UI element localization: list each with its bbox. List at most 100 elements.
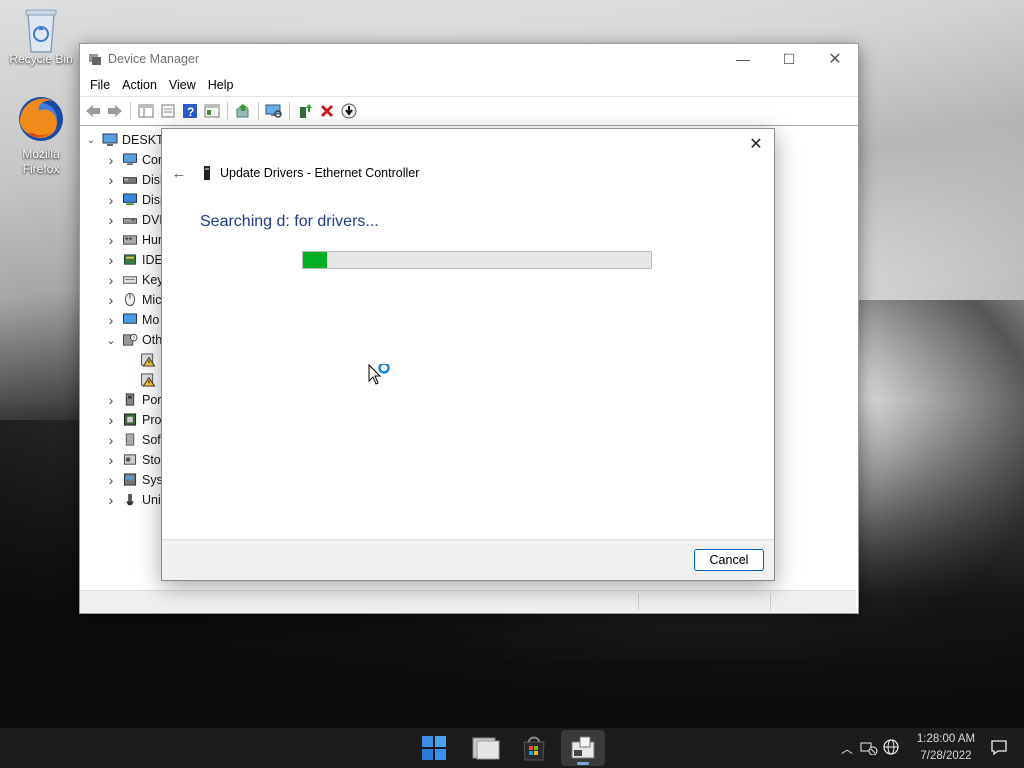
close-button[interactable]: ✕ [812,44,858,74]
search-progress-bar [302,251,652,269]
status-divider [770,594,771,610]
toolbar-separator [258,102,259,120]
store-button[interactable] [512,730,556,766]
tree-category-item[interactable]: › Sof [104,430,161,450]
computer-icon [122,153,138,167]
chevron-up-icon[interactable]: ︿ [838,740,856,757]
firefox-desktop-icon[interactable]: Mozilla Firefox [6,93,76,177]
back-icon[interactable] [84,102,102,120]
display-adapter-icon [122,193,138,207]
notification-area [990,728,1008,768]
scan-hardware-icon[interactable] [265,102,283,120]
taskbar: ︿ 1:28:00 AM 7/28/2022 [0,728,1024,768]
chevron-right-icon[interactable]: › [104,312,118,328]
menu-bar: File Action View Help [80,74,858,96]
tree-category-item[interactable]: › Com [104,150,169,170]
tree-item-label: Uni [142,493,161,507]
progress-fill [303,252,328,268]
tree-category-item[interactable]: ⌄? Oth [104,330,162,350]
chevron-right-icon[interactable]: › [104,272,118,288]
other-devices-icon: ? [122,333,138,347]
language-globe-icon[interactable] [882,738,904,759]
usb-icon [122,493,138,507]
chevron-right-icon[interactable]: › [104,412,118,428]
tree-category-item[interactable]: › Sto [104,450,161,470]
tree-category-item[interactable]: › Mo [104,310,160,330]
chevron-right-icon[interactable]: › [104,392,118,408]
view-icon[interactable] [203,102,221,120]
tree-item-label: Sto [142,453,161,467]
forward-icon[interactable] [106,102,124,120]
chevron-right-icon[interactable]: › [104,172,118,188]
chevron-right-icon[interactable]: › [104,152,118,168]
chevron-right-icon[interactable]: › [104,212,118,228]
tree-category-item[interactable]: › Key [104,270,164,290]
warning-device-icon [140,373,156,387]
tree-category-item[interactable]: › DVD [104,210,169,230]
update-drivers-dialog[interactable]: ✕ ← Update Drivers - Ethernet Controller… [161,128,775,581]
network-icon[interactable] [860,739,882,758]
keyboard-icon [122,273,138,287]
toolbar-separator [289,102,290,120]
maximize-button[interactable]: ☐ [766,44,812,74]
tree-category-item[interactable]: › IDE [104,250,163,270]
dialog-title: Update Drivers - Ethernet Controller [220,166,420,180]
tree-category-item[interactable]: › Uni [104,490,161,510]
tree-category-item[interactable]: › Sys [104,470,163,490]
system-clock[interactable]: 1:28:00 AM 7/28/2022 [906,731,986,765]
update-driver-icon[interactable] [234,102,252,120]
chevron-right-icon[interactable]: › [104,232,118,248]
device-manager-taskbar-button[interactable] [561,730,605,766]
dialog-close-button[interactable]: ✕ [742,131,770,157]
chevron-right-icon[interactable]: › [104,492,118,508]
tree-item-label: IDE [142,253,163,267]
menu-action[interactable]: Action [116,78,163,92]
start-button[interactable] [412,730,456,766]
menu-view[interactable]: View [163,78,202,92]
tree-category-item[interactable]: › Mic [104,290,162,310]
menu-file[interactable]: File [84,78,116,92]
tree-child-item[interactable] [136,350,160,370]
tree-category-item[interactable]: › Hum [104,230,169,250]
tree-category-item[interactable]: › Por [104,390,162,410]
chevron-right-icon[interactable]: › [104,432,118,448]
tree-item-label: Sys [142,473,163,487]
tree-child-item[interactable] [136,370,160,390]
device-manager-icon [571,736,595,759]
disk-drive-icon [122,173,138,187]
minimize-button[interactable]: — [720,44,766,74]
properties-icon[interactable] [159,102,177,120]
chevron-down-icon[interactable]: ⌄ [84,135,98,146]
software-device-icon [122,433,138,447]
store-icon [523,736,545,761]
mouse-icon [122,293,138,307]
toolbar-separator [227,102,228,120]
recycle-bin-desktop-icon[interactable]: Recycle Bin [6,6,76,67]
chevron-right-icon[interactable]: › [104,192,118,208]
disable-icon[interactable] [340,102,358,120]
monitor-icon [122,313,138,327]
firefox-icon [17,93,65,145]
storage-icon [122,453,138,467]
show-hide-tree-icon[interactable] [137,102,155,120]
notifications-icon[interactable] [990,738,1008,759]
cancel-button[interactable]: Cancel [694,549,764,571]
processor-icon [122,413,138,427]
file-explorer-button[interactable] [464,730,508,766]
tree-category-item[interactable]: › Disk [104,170,167,190]
chevron-right-icon[interactable]: › [104,292,118,308]
chevron-right-icon[interactable]: › [104,252,118,268]
chevron-down-icon[interactable]: ⌄ [104,334,118,347]
back-arrow-icon[interactable]: ← [170,164,188,182]
chevron-right-icon[interactable]: › [104,472,118,488]
uninstall-icon[interactable] [318,102,336,120]
chevron-right-icon[interactable]: › [104,452,118,468]
system-tray: ︿ [838,728,904,768]
menu-help[interactable]: Help [202,78,240,92]
port-icon [122,393,138,407]
help-icon[interactable]: ? [181,102,199,120]
tree-category-item[interactable]: › Disp [104,190,167,210]
tree-item-label: Sof [142,433,161,447]
add-driver-icon[interactable] [296,102,314,120]
tree-category-item[interactable]: › Pro [104,410,162,430]
